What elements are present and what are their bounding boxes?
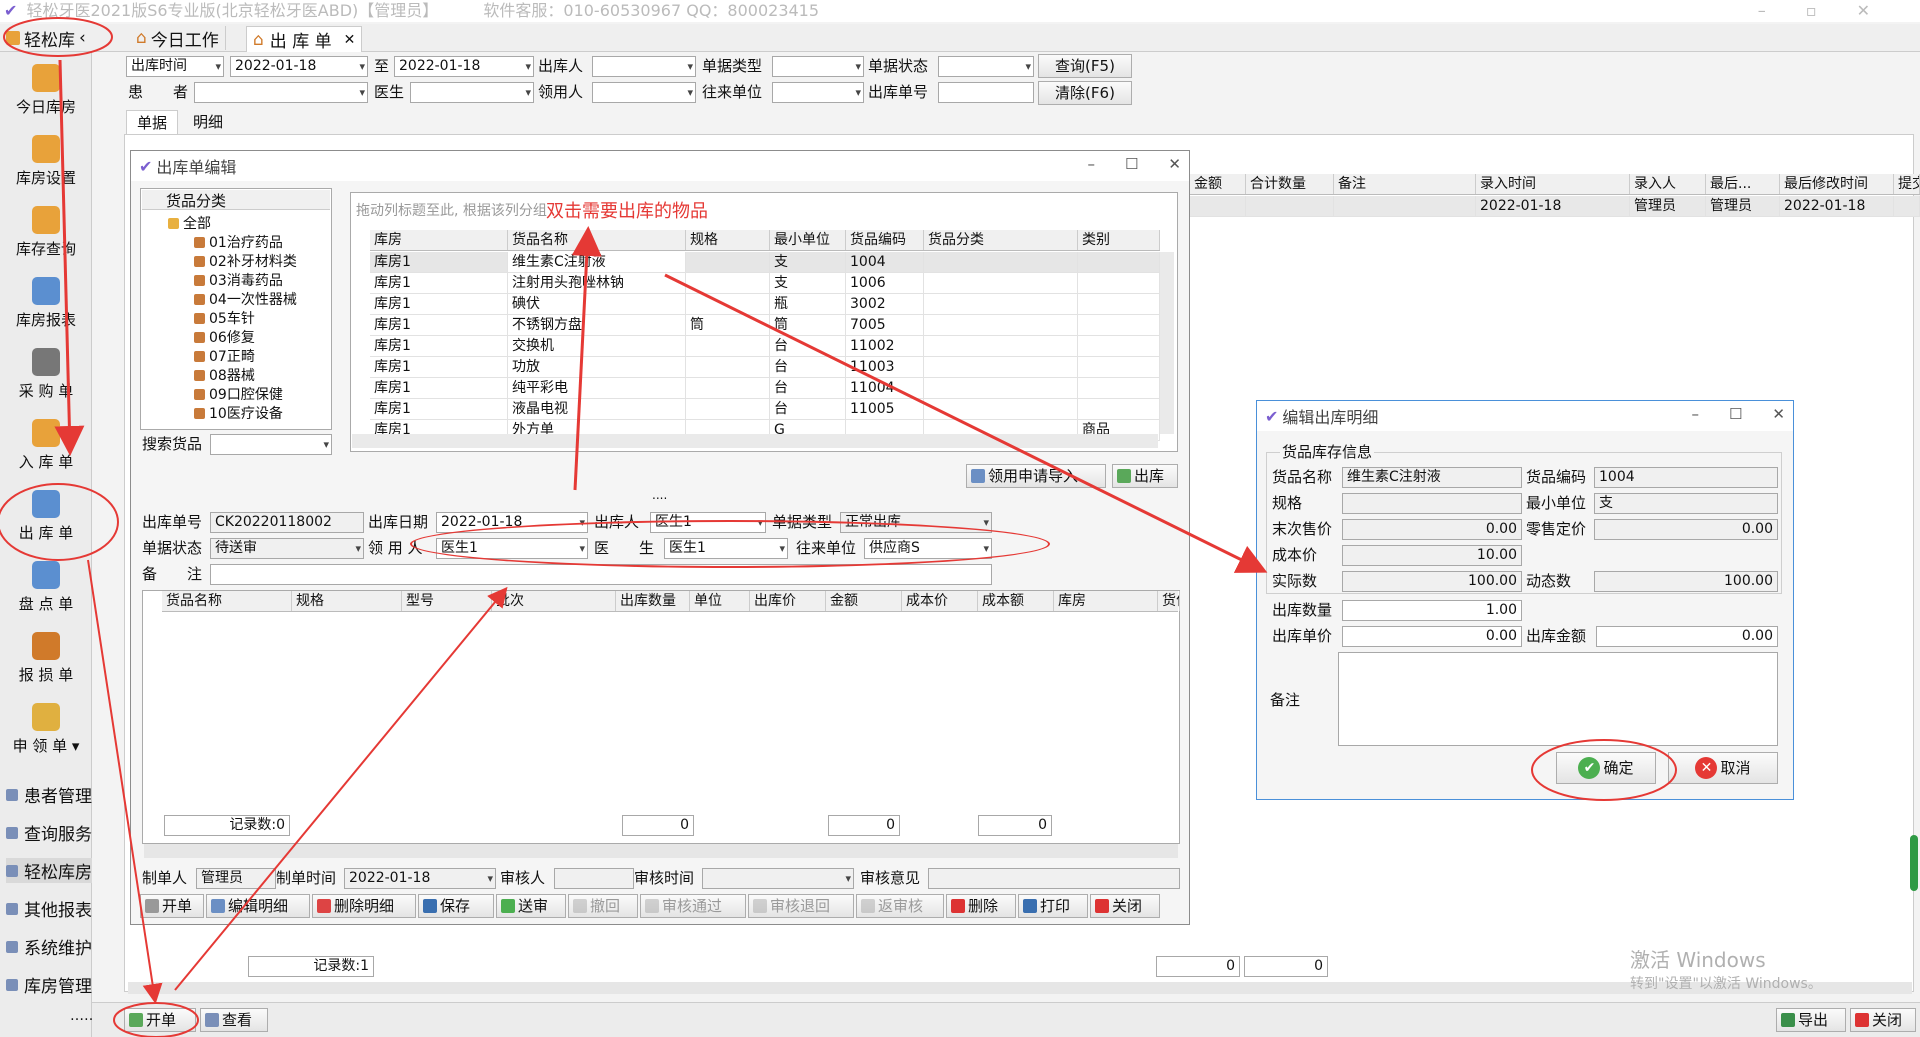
- annotation-overlay: [0, 17, 1677, 1037]
- annotation-arrow-3: [174, 586, 508, 991]
- annotation-circle-module: [3, 17, 113, 57]
- annotation-arrow-2: [87, 559, 163, 1004]
- annotation-circle-open: [113, 1002, 199, 1037]
- annotation-circle-ok: [1531, 739, 1677, 801]
- annotation-circle-outbound: [0, 483, 119, 561]
- annotation-arrow-1: [54, 59, 85, 456]
- annotation-arrow-4: [571, 226, 602, 491]
- annotation-arrow-5: [664, 273, 1268, 573]
